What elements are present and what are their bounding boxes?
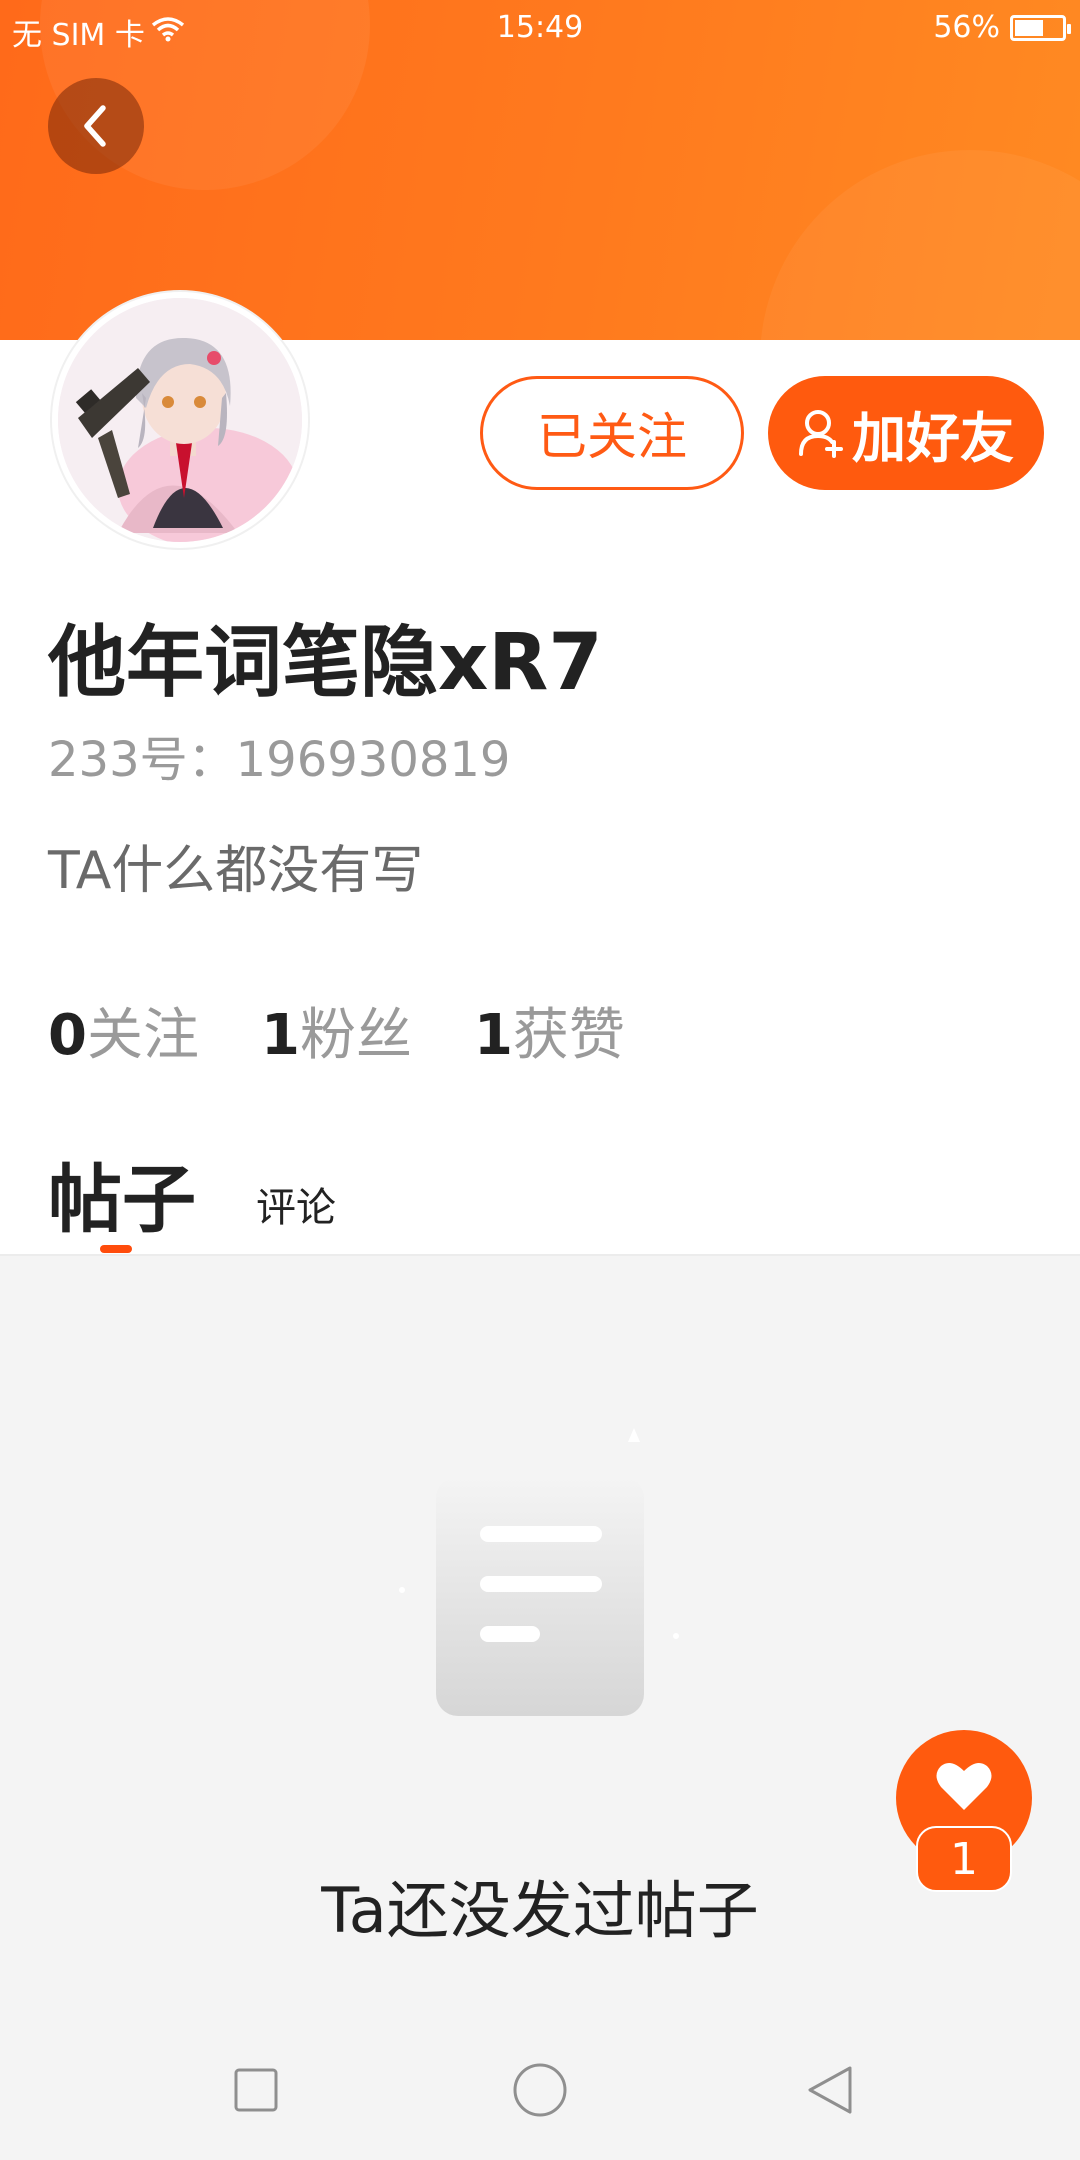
status-bar: 无 SIM 卡 15:49 56% — [0, 0, 1080, 56]
stat-fans[interactable]: 1粉丝 — [261, 990, 412, 1071]
stat-following[interactable]: 0关注 — [48, 990, 199, 1071]
tab-posts[interactable]: 帖子 — [48, 1140, 196, 1247]
divider — [0, 1254, 1080, 1256]
clock: 15:49 — [496, 10, 584, 45]
circle-icon — [513, 2063, 567, 2117]
profile-header-banner: 无 SIM 卡 15:49 56% — [0, 0, 1080, 340]
chevron-left-icon — [84, 105, 106, 147]
heart-icon — [936, 1762, 992, 1810]
add-friend-button[interactable]: 加好友 — [768, 376, 1044, 490]
active-tab-indicator — [100, 1245, 132, 1253]
battery-icon — [1010, 14, 1071, 41]
bio: TA什么都没有写 — [48, 841, 424, 901]
anime-girl-avatar — [58, 298, 302, 542]
add-friend-label: 加好友 — [852, 406, 1014, 470]
triangle-back-icon — [808, 2066, 852, 2114]
stat-fans-label: 粉丝 — [299, 1003, 412, 1068]
battery-percent: 56% — [933, 10, 1000, 45]
avatar[interactable] — [52, 292, 308, 548]
stat-likes[interactable]: 1获赞 — [474, 990, 625, 1071]
home-button[interactable] — [500, 2050, 580, 2130]
tab-comments[interactable]: 评论 — [256, 1175, 336, 1233]
stat-following-count: 0 — [48, 1003, 87, 1068]
square-icon — [234, 2068, 278, 2112]
stat-likes-label: 获赞 — [512, 1003, 625, 1068]
followed-label: 已关注 — [537, 408, 687, 466]
stats-row: 0关注 1粉丝 1获赞 — [48, 990, 625, 1071]
profile-page: 无 SIM 卡 15:49 56% 已关注 加好友 他年词笔隐xR7 233号：… — [0, 0, 1080, 2160]
user-id: 233号：196930819 — [48, 732, 511, 788]
username: 他年词笔隐xR7 — [48, 618, 603, 708]
stat-fans-count: 1 — [260, 1003, 300, 1068]
followed-button[interactable]: 已关注 — [480, 376, 744, 490]
recent-apps-button[interactable] — [216, 2050, 296, 2130]
system-nav-bar — [0, 2016, 1080, 2160]
content-tabs: 帖子 评论 — [48, 1140, 336, 1247]
user-plus-icon — [799, 410, 843, 458]
like-count-badge: 1 — [916, 1826, 1012, 1892]
document-icon — [390, 1420, 690, 1740]
system-back-button[interactable] — [790, 2050, 870, 2130]
back-button[interactable] — [48, 78, 144, 174]
stat-following-label: 关注 — [86, 1003, 199, 1068]
stat-likes-count: 1 — [473, 1003, 513, 1068]
